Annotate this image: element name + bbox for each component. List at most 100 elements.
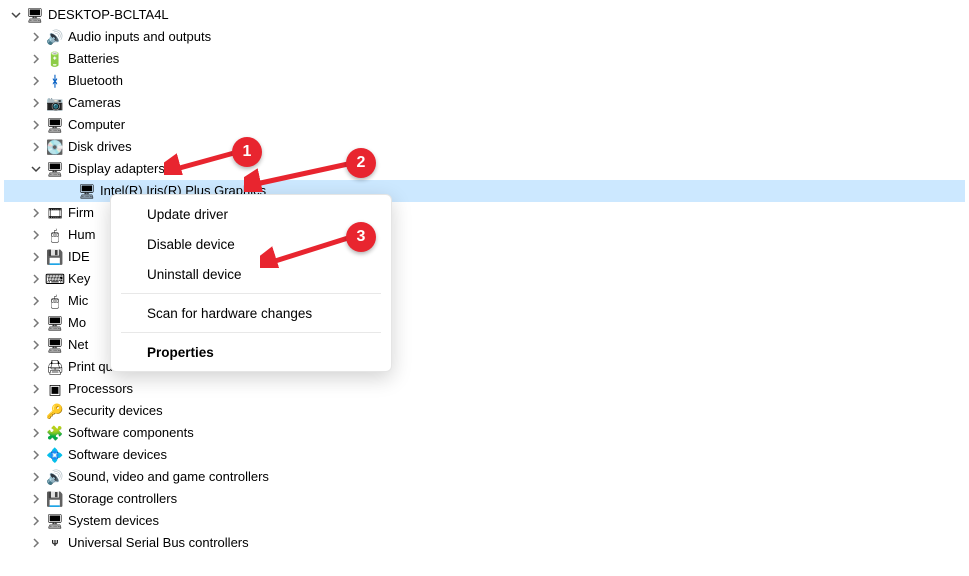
chevron-right-icon[interactable]: [28, 293, 44, 309]
chevron-right-icon[interactable]: [28, 205, 44, 221]
chevron-right-icon[interactable]: [28, 271, 44, 287]
menu-label: Update driver: [147, 207, 228, 222]
category-label: Storage controllers: [68, 488, 177, 510]
chevron-right-icon[interactable]: [28, 381, 44, 397]
category-computer[interactable]: 🖥 Computer: [4, 114, 965, 136]
category-label: Audio inputs and outputs: [68, 26, 211, 48]
category-label: Net: [68, 334, 88, 356]
menu-update-driver[interactable]: Update driver: [111, 199, 391, 229]
chevron-right-icon[interactable]: [28, 359, 44, 375]
category-label: Sound, video and game controllers: [68, 466, 269, 488]
category-system-devices[interactable]: 🖥 System devices: [4, 510, 965, 532]
category-label: System devices: [68, 510, 159, 532]
chevron-right-icon[interactable]: [28, 491, 44, 507]
network-icon: 🖥: [46, 336, 64, 354]
chevron-right-icon[interactable]: [28, 315, 44, 331]
category-label: Mic: [68, 290, 88, 312]
menu-label: Disable device: [147, 237, 235, 252]
printer-icon: 🖨: [46, 358, 64, 376]
category-label: Key: [68, 268, 90, 290]
menu-uninstall-device[interactable]: Uninstall device: [111, 259, 391, 289]
mouse-icon: 🖱: [46, 292, 64, 310]
category-software-devices[interactable]: 💠 Software devices: [4, 444, 965, 466]
disk-icon: 💽: [46, 138, 64, 156]
chevron-right-icon[interactable]: [28, 139, 44, 155]
category-label: Bluetooth: [68, 70, 123, 92]
hid-icon: 🖱: [46, 226, 64, 244]
root-label: DESKTOP-BCLTA4L: [48, 4, 169, 26]
category-display-adapters[interactable]: 🖥 Display adapters: [4, 158, 965, 180]
chevron-right-icon[interactable]: [28, 337, 44, 353]
keyboard-icon: ⌨: [46, 270, 64, 288]
category-cameras[interactable]: 📷 Cameras: [4, 92, 965, 114]
cpu-icon: ▣: [46, 380, 64, 398]
category-diskdrives[interactable]: 💽 Disk drives: [4, 136, 965, 158]
category-label: Universal Serial Bus controllers: [68, 532, 249, 554]
category-label: Mo: [68, 312, 86, 334]
chevron-down-icon[interactable]: [28, 161, 44, 177]
monitor-icon: 🖥: [46, 314, 64, 332]
chevron-right-icon[interactable]: [28, 447, 44, 463]
storage-icon: 💾: [46, 490, 64, 508]
chevron-right-icon[interactable]: [28, 29, 44, 45]
category-software-components[interactable]: 🧩 Software components: [4, 422, 965, 444]
monitor-icon: 🖥: [46, 116, 64, 134]
category-label: Disk drives: [68, 136, 132, 158]
battery-icon: 🔋: [46, 50, 64, 68]
chevron-right-icon[interactable]: [28, 403, 44, 419]
menu-properties[interactable]: Properties: [111, 337, 391, 367]
category-label: Software devices: [68, 444, 167, 466]
category-storage[interactable]: 💾 Storage controllers: [4, 488, 965, 510]
software-icon: 💠: [46, 446, 64, 464]
display-adapter-icon: 🖥: [46, 160, 64, 178]
menu-separator: [121, 332, 381, 333]
chevron-right-icon[interactable]: [28, 249, 44, 265]
menu-label: Scan for hardware changes: [147, 306, 312, 321]
category-sound[interactable]: 🔊 Sound, video and game controllers: [4, 466, 965, 488]
category-label: Computer: [68, 114, 125, 136]
annotation-badge-1: 1: [232, 137, 262, 167]
annotation-badge-3: 3: [346, 222, 376, 252]
category-batteries[interactable]: 🔋 Batteries: [4, 48, 965, 70]
category-label: Software components: [68, 422, 194, 444]
category-usb[interactable]: Ψ Universal Serial Bus controllers: [4, 532, 965, 554]
category-label: Processors: [68, 378, 133, 400]
category-label: Batteries: [68, 48, 119, 70]
chevron-right-icon[interactable]: [28, 51, 44, 67]
chevron-right-icon[interactable]: [28, 513, 44, 529]
category-security-devices[interactable]: 🔑 Security devices: [4, 400, 965, 422]
chevron-right-icon[interactable]: [28, 227, 44, 243]
category-label: Hum: [68, 224, 95, 246]
chevron-right-icon[interactable]: [28, 117, 44, 133]
chevron-down-icon[interactable]: [8, 7, 24, 23]
menu-scan-hardware[interactable]: Scan for hardware changes: [111, 298, 391, 328]
category-audio[interactable]: 🔊 Audio inputs and outputs: [4, 26, 965, 48]
key-icon: 🔑: [46, 402, 64, 420]
camera-icon: 📷: [46, 94, 64, 112]
category-label: Cameras: [68, 92, 121, 114]
category-label: Security devices: [68, 400, 163, 422]
menu-label: Uninstall device: [147, 267, 242, 282]
category-bluetooth[interactable]: ᚼ Bluetooth: [4, 70, 965, 92]
tree-root-row[interactable]: 🖥 DESKTOP-BCLTA4L: [4, 4, 965, 26]
gpu-icon: 🖥: [78, 182, 96, 200]
usb-icon: Ψ: [46, 534, 64, 552]
ide-icon: 💾: [46, 248, 64, 266]
chevron-right-icon[interactable]: [28, 95, 44, 111]
bluetooth-icon: ᚼ: [46, 72, 64, 90]
chevron-right-icon[interactable]: [28, 425, 44, 441]
chevron-right-icon[interactable]: [28, 469, 44, 485]
chevron-right-icon[interactable]: [28, 535, 44, 551]
chevron-right-icon[interactable]: [28, 73, 44, 89]
menu-separator: [121, 293, 381, 294]
computer-icon: 🖥: [26, 6, 44, 24]
category-label: Display adapters: [68, 158, 165, 180]
category-processors[interactable]: ▣ Processors: [4, 378, 965, 400]
context-menu: Update driver Disable device Uninstall d…: [110, 194, 392, 372]
category-label: Firm: [68, 202, 94, 224]
sound-icon: 🔊: [46, 468, 64, 486]
component-icon: 🧩: [46, 424, 64, 442]
speaker-icon: 🔊: [46, 28, 64, 46]
chip-icon: 🎞: [46, 204, 64, 222]
category-label: IDE: [68, 246, 90, 268]
